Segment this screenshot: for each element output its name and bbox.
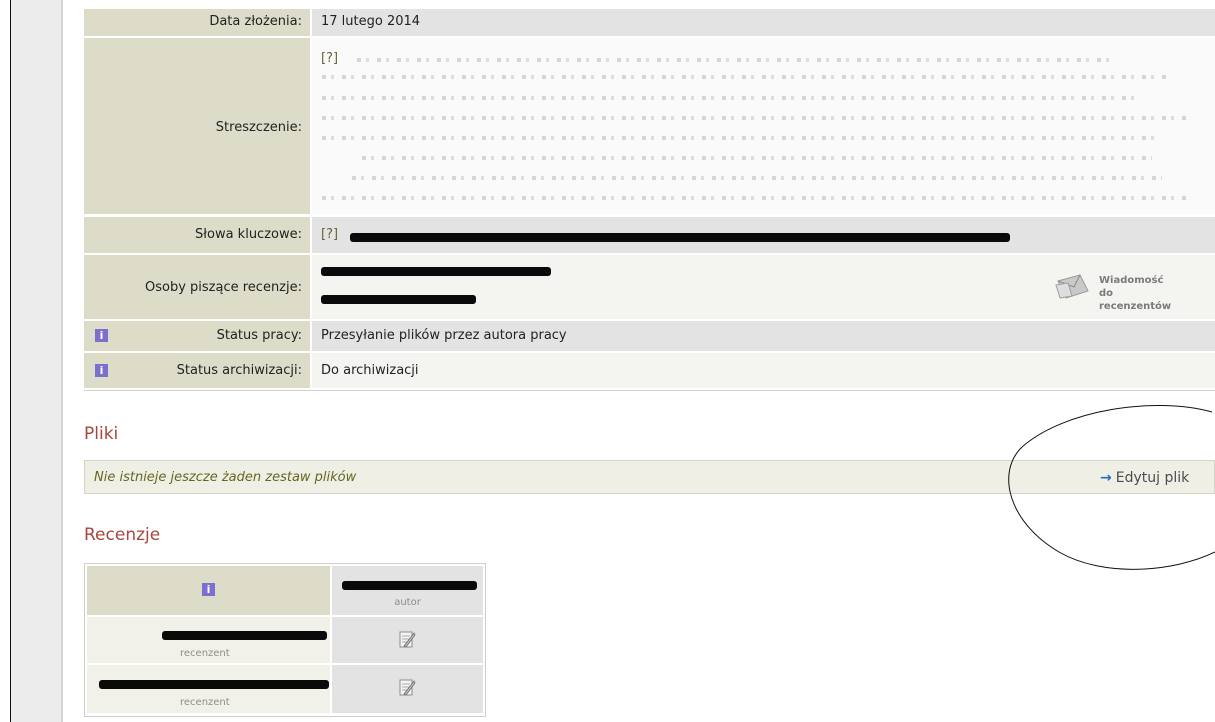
reviewers-row: Osoby piszące recenzje: Wiadomość do rec… xyxy=(84,255,1215,319)
info-icon[interactable]: i xyxy=(95,329,108,342)
abstract-value: [?] xyxy=(312,38,1215,214)
reviews-header-row: i autor xyxy=(85,566,485,615)
window-frame xyxy=(0,0,11,722)
date-label: Data złożenia: xyxy=(84,9,310,36)
archive-row: Status archiwizacji: i Do archiwizacji xyxy=(84,353,1215,388)
status-value: Przesyłanie plików przez autora pracy xyxy=(312,321,1215,351)
author-role: autor xyxy=(394,597,421,608)
abstract-text-line xyxy=(322,96,1142,100)
review-document-icon[interactable] xyxy=(398,630,416,650)
reviews-table: i autor recenzent recenzent xyxy=(84,563,486,717)
abstract-text-line xyxy=(352,176,1162,180)
abstract-row: Streszczenie: [?] xyxy=(84,38,1215,214)
annotation-ellipse xyxy=(1008,404,1215,570)
abstract-text-line xyxy=(322,196,1190,200)
status-row: Status pracy: i Przesyłanie plików przez… xyxy=(84,321,1215,351)
reviewer-role: recenzent xyxy=(180,648,230,659)
keywords-help-link[interactable]: [?] xyxy=(321,227,338,242)
abstract-text-line xyxy=(322,136,1162,140)
reviewer-name-redacted[interactable] xyxy=(99,680,329,689)
date-value: 17 lutego 2014 xyxy=(312,9,1215,36)
files-empty-message: Nie istnieje jeszcze żaden zestaw plików xyxy=(94,470,357,485)
abstract-help-link[interactable]: [?] xyxy=(321,51,338,66)
abstract-text-line xyxy=(322,75,1167,79)
info-icon[interactable]: i xyxy=(95,364,108,377)
reviews-header-cell: i xyxy=(87,566,330,615)
author-cell: autor xyxy=(332,566,483,615)
author-name-redacted[interactable] xyxy=(342,581,477,590)
reviewer-cell: recenzent xyxy=(87,665,330,713)
reviewers-label: Osoby piszące recenzje: xyxy=(84,255,310,319)
review-row: recenzent xyxy=(85,665,485,713)
abstract-text-line xyxy=(362,156,1152,160)
main-content: Data złożenia: 17 lutego 2014 Streszczen… xyxy=(84,0,1215,722)
archive-value: Do archiwizacji xyxy=(312,353,1215,388)
status-label: Status pracy: xyxy=(84,321,310,351)
abstract-label: Streszczenie: xyxy=(84,38,310,214)
keywords-redacted xyxy=(350,233,1010,242)
files-title: Pliki xyxy=(84,424,119,444)
reviewer-role: recenzent xyxy=(180,697,230,708)
keywords-label: Słowa kluczowe: xyxy=(84,217,310,253)
abstract-text-line xyxy=(322,116,1190,120)
review-cell xyxy=(332,665,483,713)
message-reviewers-link[interactable]: Wiadomość do recenzentów xyxy=(1099,274,1179,313)
reviewer-link-redacted[interactable] xyxy=(321,295,476,304)
keywords-row: Słowa kluczowe: [?] xyxy=(84,217,1215,253)
reviewer-cell: recenzent xyxy=(87,617,330,663)
envelope-icon[interactable] xyxy=(1054,271,1094,301)
keywords-value: [?] xyxy=(312,217,1215,253)
archive-label: Status archiwizacji: xyxy=(84,353,310,388)
gutter-divider xyxy=(61,0,63,722)
reviewer-link-redacted[interactable] xyxy=(321,267,551,276)
reviewers-value: Wiadomość do recenzentów xyxy=(312,255,1215,319)
review-row: recenzent xyxy=(85,617,485,663)
reviewer-name-redacted[interactable] xyxy=(162,631,327,640)
reviews-title: Recenzje xyxy=(84,525,161,545)
divider xyxy=(84,390,1215,391)
date-row: Data złożenia: 17 lutego 2014 xyxy=(84,9,1215,36)
review-document-icon[interactable] xyxy=(398,678,416,698)
abstract-text-line xyxy=(357,58,1117,62)
review-cell xyxy=(332,617,483,663)
info-icon[interactable]: i xyxy=(202,583,215,596)
left-gutter xyxy=(11,0,61,722)
